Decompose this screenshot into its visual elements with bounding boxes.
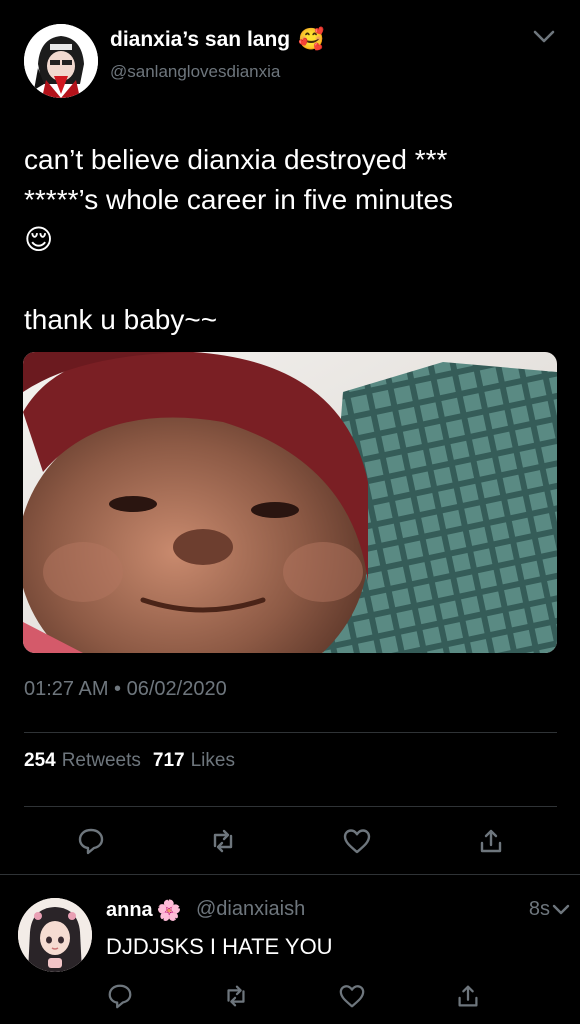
- reply-text: DJDJSKS I HATE YOU: [106, 934, 333, 959]
- reply-icon[interactable]: [76, 826, 106, 856]
- divider: [24, 806, 557, 807]
- blossom-emoji: 🌸: [156, 900, 182, 922]
- likes-label: Likes: [190, 750, 235, 771]
- likes-stat[interactable]: 717 Likes: [153, 750, 235, 772]
- display-name[interactable]: dianxia’s san lang 🥰: [110, 28, 324, 52]
- reply-name-text: anna: [106, 899, 153, 921]
- reply-handle[interactable]: @dianxiaish: [196, 898, 305, 921]
- tweet-timestamp[interactable]: 01:27 AM • 06/02/2020: [24, 678, 227, 701]
- retweet-icon[interactable]: [208, 826, 238, 856]
- tweet-text-line: can’t believe dianxia destroyed ***: [24, 144, 448, 175]
- avatar[interactable]: [24, 24, 98, 98]
- share-icon[interactable]: [454, 982, 482, 1010]
- tweet-actions: [0, 820, 580, 862]
- likes-count: 717: [152, 750, 185, 771]
- divider: [0, 874, 580, 875]
- display-name-text: dianxia’s san lang: [110, 28, 291, 51]
- relieved-face-emoji: 😌: [24, 224, 54, 255]
- avatar-illustration: [24, 24, 98, 98]
- like-icon[interactable]: [342, 826, 372, 856]
- like-icon[interactable]: [338, 982, 366, 1010]
- retweets-stat[interactable]: 254 Retweets: [24, 750, 141, 772]
- tweet-text: can’t believe dianxia destroyed *** ****…: [24, 140, 544, 340]
- reply-display-name[interactable]: anna 🌸: [106, 898, 182, 923]
- baby-selfie-image: [23, 352, 557, 653]
- reply-avatar-illustration: [18, 898, 92, 972]
- share-icon[interactable]: [476, 826, 506, 856]
- user-handle[interactable]: @sanlanglovesdianxia: [110, 62, 280, 82]
- reply-icon[interactable]: [106, 982, 134, 1010]
- tweet-text-line: *****’s whole career in five minutes: [24, 184, 454, 215]
- chevron-down-icon[interactable]: [530, 22, 558, 50]
- divider: [24, 732, 557, 733]
- smiling-hearts-emoji: 🥰: [298, 28, 325, 51]
- reply-tweet[interactable]: anna 🌸 @dianxiaish 8s DJDJSKS I HATE YOU: [0, 876, 580, 1024]
- chevron-down-icon[interactable]: [550, 898, 572, 920]
- reply-actions: [0, 980, 580, 1016]
- retweets-count: 254: [24, 750, 56, 771]
- retweets-label: Retweets: [61, 750, 141, 771]
- tweet-image[interactable]: [23, 352, 557, 653]
- tweet-stats: 254 Retweets 717 Likes: [24, 750, 235, 772]
- tweet-header: dianxia’s san lang 🥰 @sanlanglovesdianxi…: [0, 0, 580, 110]
- tweet-text-line: thank u baby~~: [24, 304, 218, 335]
- retweet-icon[interactable]: [222, 982, 250, 1010]
- reply-avatar[interactable]: [18, 898, 92, 972]
- reply-time[interactable]: 8s: [529, 898, 550, 921]
